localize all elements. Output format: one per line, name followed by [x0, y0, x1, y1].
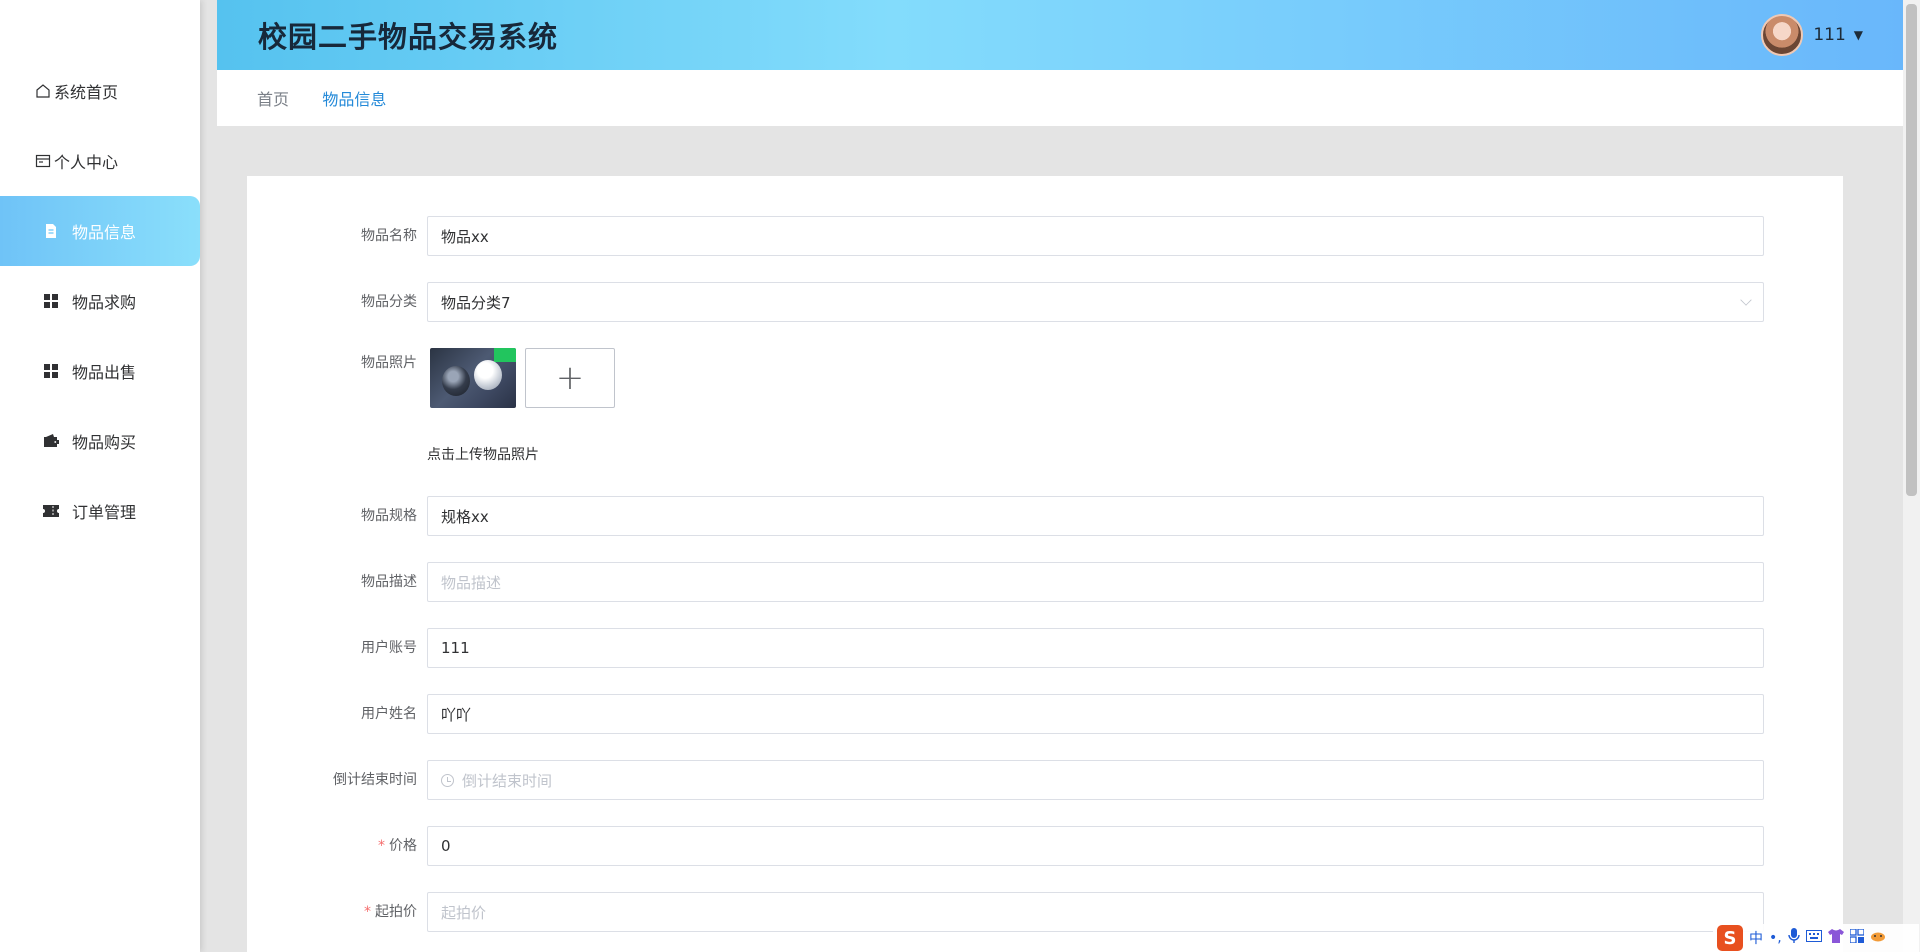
- top-header: 校园二手物品交易系统 111 ▼: [217, 0, 1903, 70]
- countdown-placeholder: 倒计结束时间: [462, 771, 553, 790]
- sogou-logo-icon[interactable]: S: [1717, 925, 1743, 951]
- breadcrumb-separator: /: [303, 89, 308, 108]
- microphone-icon[interactable]: [1788, 928, 1800, 948]
- ime-toolbar: S 中 •,: [1713, 924, 1919, 952]
- price-label-text: 价格: [389, 838, 417, 854]
- sidebar-item-home[interactable]: 系统首页: [0, 56, 200, 126]
- sidebar-item-item-info[interactable]: 物品信息: [0, 196, 200, 266]
- start-price-input[interactable]: 起拍价: [427, 892, 1764, 932]
- form-row-photo: 物品照片 + 点击上传物品照片: [247, 348, 1843, 468]
- required-mark: *: [364, 904, 371, 920]
- home-icon: [34, 82, 52, 100]
- username-input[interactable]: 吖吖: [427, 694, 1764, 734]
- breadcrumb: 首页 / 物品信息: [217, 70, 1903, 126]
- breadcrumb-home[interactable]: 首页: [257, 86, 289, 110]
- toolbox-grid-icon[interactable]: [1849, 928, 1865, 947]
- photo-thumbnail[interactable]: [430, 348, 516, 408]
- avatar[interactable]: [1761, 14, 1804, 56]
- form-row-name: 物品名称 物品xx: [247, 216, 1843, 256]
- ime-language-toggle[interactable]: 中: [1749, 928, 1763, 948]
- description-input[interactable]: 物品描述: [427, 562, 1764, 602]
- clock-icon: [441, 773, 454, 787]
- price-input[interactable]: 0: [427, 826, 1764, 866]
- profile-card-icon: [34, 152, 52, 170]
- form-row-username: 用户姓名 吖吖: [247, 694, 1843, 734]
- form-row-account: 用户账号 111: [247, 628, 1843, 668]
- photo-upload-hint: 点击上传物品照片: [427, 447, 539, 463]
- photo-label: 物品照片: [361, 355, 417, 371]
- keyboard-icon[interactable]: [1805, 930, 1822, 946]
- user-menu[interactable]: 111 ▼: [1761, 14, 1863, 56]
- sidebar-item-profile[interactable]: 个人中心: [0, 126, 200, 196]
- ime-punctuation-toggle[interactable]: •,: [1769, 930, 1782, 946]
- username-label: 用户姓名: [361, 706, 417, 722]
- grid-icon: [42, 292, 60, 310]
- skin-shirt-icon[interactable]: [1827, 929, 1844, 947]
- name-input[interactable]: 物品xx: [427, 216, 1764, 256]
- plus-icon: +: [555, 358, 585, 398]
- chevron-down-icon: [1740, 294, 1752, 306]
- sidebar-item-label: 物品信息: [72, 223, 137, 242]
- document-icon: [42, 222, 60, 240]
- sidebar-item-orders[interactable]: 订单管理: [0, 476, 200, 546]
- category-select[interactable]: 物品分类7: [427, 282, 1764, 322]
- breadcrumb-current: 物品信息: [322, 90, 387, 109]
- form-row-price: * 价格 0: [247, 826, 1843, 866]
- category-select-value: 物品分类7: [441, 293, 511, 312]
- account-input[interactable]: 111: [427, 628, 1764, 668]
- grid-icon: [42, 362, 60, 380]
- sidebar-item-label: 订单管理: [72, 503, 137, 522]
- form-row-start-price: * 起拍价 起拍价: [247, 892, 1843, 932]
- sidebar-item-label: 物品出售: [72, 363, 137, 382]
- sidebar-item-item-sale[interactable]: 物品出售: [0, 336, 200, 406]
- account-label: 用户账号: [361, 640, 417, 656]
- category-label: 物品分类: [361, 294, 417, 310]
- wallet-icon: [42, 432, 60, 450]
- user-name[interactable]: 111: [1813, 25, 1845, 45]
- upload-photo-button[interactable]: +: [525, 348, 615, 408]
- page-scrollbar[interactable]: [1903, 0, 1920, 952]
- form-row-spec: 物品规格 规格xx: [247, 496, 1843, 536]
- thumbnail-mouse-light: [474, 360, 502, 390]
- sidebar-item-item-wanted[interactable]: 物品求购: [0, 266, 200, 336]
- start-price-label-text: 起拍价: [375, 904, 417, 920]
- spec-input[interactable]: 规格xx: [427, 496, 1764, 536]
- thumbnail-mouse-dark: [442, 366, 470, 396]
- countdown-datetime-picker[interactable]: 倒计结束时间: [427, 760, 1764, 800]
- required-mark: *: [378, 838, 385, 854]
- thumbnail-accent: [494, 348, 516, 362]
- sidebar-item-label: 物品购买: [72, 433, 137, 452]
- item-form-card: 物品名称 物品xx 物品分类 物品分类7 物品照片 + 点击上传物品照片 物品规…: [247, 176, 1843, 952]
- sidebar: 系统首页 个人中心 物品信息 物品求购 物品出售 物品购买 订单管理: [0, 0, 200, 952]
- sidebar-item-label: 物品求购: [72, 293, 137, 312]
- description-label: 物品描述: [361, 574, 417, 590]
- scrollbar-thumb[interactable]: [1906, 4, 1917, 496]
- sidebar-item-label: 系统首页: [54, 83, 119, 102]
- mascot-icon[interactable]: [1870, 930, 1886, 946]
- sidebar-item-item-purchase[interactable]: 物品购买: [0, 406, 200, 476]
- form-row-category: 物品分类 物品分类7: [247, 282, 1843, 322]
- spec-label: 物品规格: [361, 508, 417, 524]
- app-title: 校园二手物品交易系统: [258, 20, 559, 54]
- ticket-icon: [42, 502, 60, 520]
- price-label: * 价格: [247, 826, 417, 866]
- form-row-description: 物品描述 物品描述: [247, 562, 1843, 602]
- caret-down-icon[interactable]: ▼: [1854, 28, 1863, 42]
- sidebar-item-label: 个人中心: [54, 153, 119, 172]
- countdown-label: 倒计结束时间: [333, 772, 417, 788]
- start-price-label: * 起拍价: [247, 892, 417, 932]
- name-label: 物品名称: [361, 228, 417, 244]
- form-row-countdown: 倒计结束时间 倒计结束时间: [247, 760, 1843, 800]
